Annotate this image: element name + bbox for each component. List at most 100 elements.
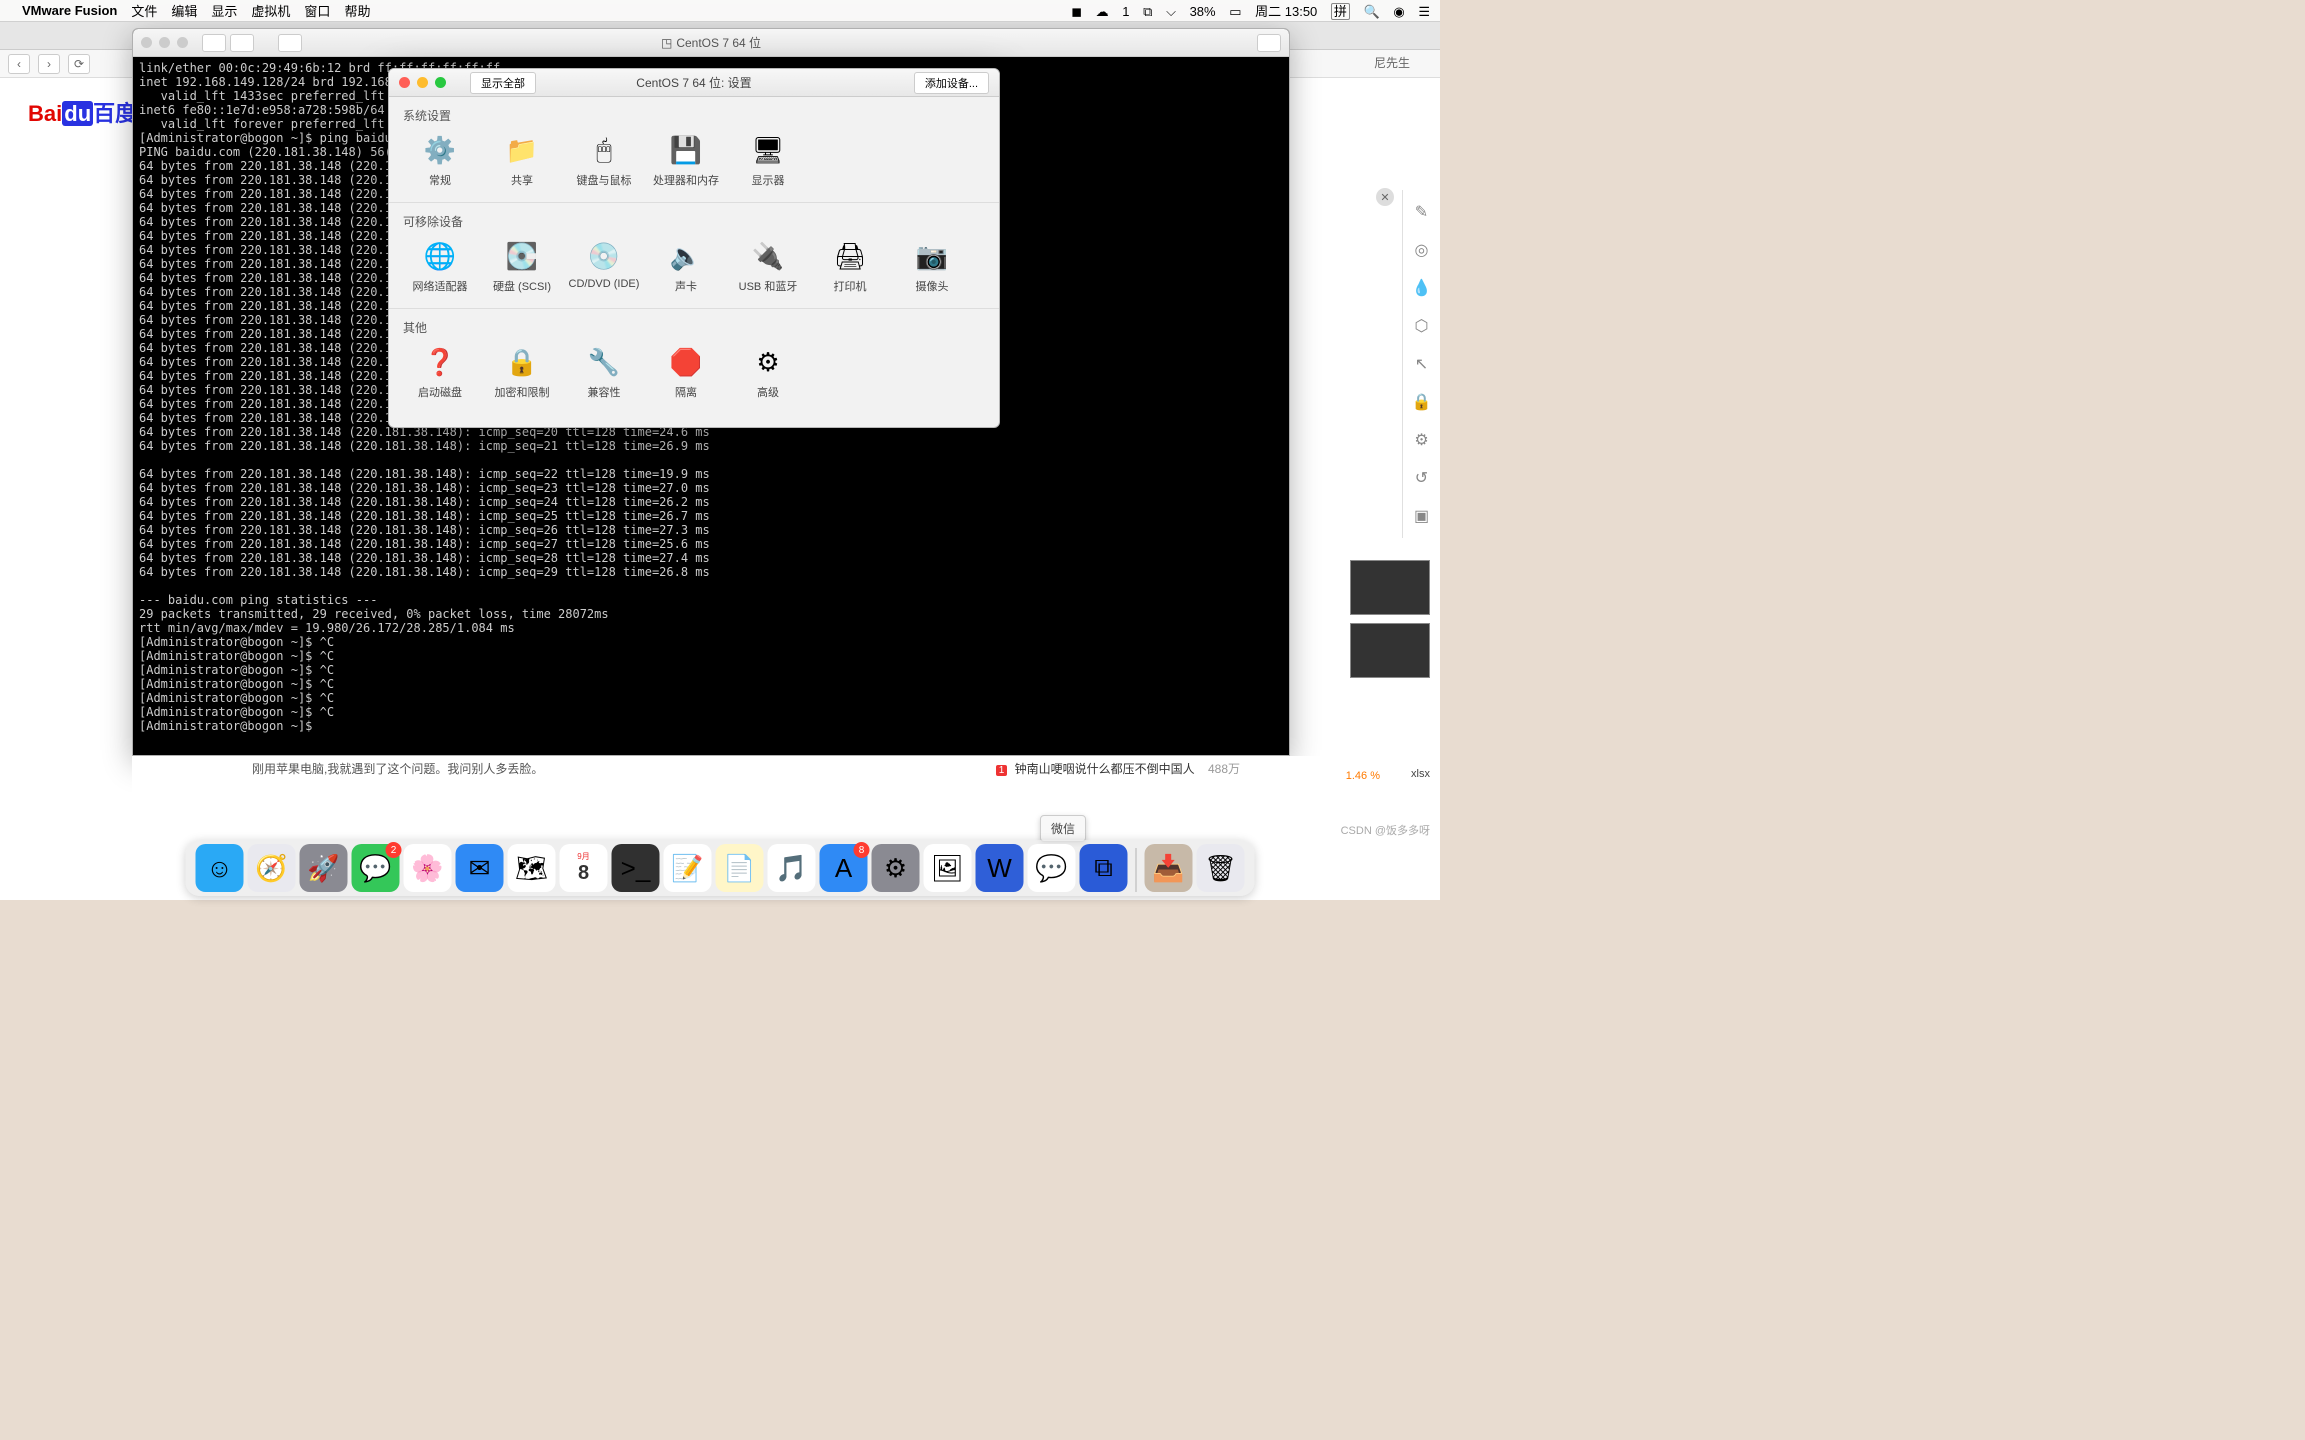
dock-wps[interactable]: W	[976, 844, 1024, 892]
settings-item-camera[interactable]: 📷摄像头	[891, 232, 973, 300]
drop-icon[interactable]: 💧	[1412, 278, 1432, 298]
forward-button[interactable]: ›	[38, 54, 60, 74]
settings-item-printer[interactable]: 🖨打印机	[809, 232, 891, 300]
add-device-button[interactable]: 添加设备...	[914, 72, 989, 94]
history-icon[interactable]: ↺	[1412, 468, 1432, 488]
dock-downloads[interactable]: 📥	[1145, 844, 1193, 892]
menu-vm[interactable]: 虚拟机	[251, 1, 290, 20]
clock[interactable]: 周二 13:50	[1255, 4, 1317, 19]
sliders-icon[interactable]: ⚙	[1412, 430, 1432, 450]
thumbnail[interactable]	[1350, 560, 1430, 615]
dock-safari[interactable]: 🧭	[248, 844, 296, 892]
vm-toolbar-btn-right[interactable]	[1257, 34, 1281, 52]
wifi-icon[interactable]: ⌵	[1166, 4, 1176, 19]
vm-toolbar-btn-3[interactable]	[278, 34, 302, 52]
hot-text: 钟南山哽咽说什么都压不倒中国人	[1015, 762, 1195, 776]
dock-reminders[interactable]: 📝	[664, 844, 712, 892]
input-method[interactable]: 拼	[1331, 3, 1350, 20]
dock-notes[interactable]: 📄	[716, 844, 764, 892]
dock-terminal[interactable]: >_	[612, 844, 660, 892]
baidu-logo[interactable]: Baidu百度	[28, 96, 137, 128]
notification-center-icon[interactable]: ☰	[1418, 4, 1430, 19]
spotlight-icon[interactable]: 🔍	[1364, 4, 1380, 19]
dock-maps[interactable]: 🗺	[508, 844, 556, 892]
dock-music[interactable]: 🎵	[768, 844, 816, 892]
vm-titlebar[interactable]: ◳CentOS 7 64 位	[133, 29, 1289, 57]
settings-item-label: 加密和限制	[495, 384, 550, 400]
settings-item-isolation[interactable]: 🛑隔离	[645, 338, 727, 406]
settings-item-network[interactable]: 🌐网络适配器	[399, 232, 481, 300]
settings-item-advanced[interactable]: ⚙高级	[727, 338, 809, 406]
dock-mail[interactable]: ✉	[456, 844, 504, 892]
dock-trash[interactable]: 🗑	[1197, 844, 1245, 892]
dock-photos[interactable]: 🌸	[404, 844, 452, 892]
settings-item-encrypt[interactable]: 🔒加密和限制	[481, 338, 563, 406]
settings-item-cddvd[interactable]: 💿CD/DVD (IDE)	[563, 232, 645, 300]
settings-item-label: 网络适配器	[413, 278, 468, 294]
general-icon: ⚙️	[422, 132, 458, 168]
dock-vmware[interactable]: ⧉	[1080, 844, 1128, 892]
settings-item-kbmouse[interactable]: 🖱键盘与鼠标	[563, 126, 645, 194]
target-icon[interactable]: ◎	[1412, 240, 1432, 260]
menu-help[interactable]: 帮助	[344, 1, 370, 20]
settings-item-hdd[interactable]: 💽硬盘 (SCSI)	[481, 232, 563, 300]
vm-traffic-lights[interactable]	[141, 37, 188, 48]
battery-icon[interactable]: ▭	[1229, 4, 1241, 19]
settings-traffic-lights[interactable]	[399, 77, 446, 88]
wechat-status-icon[interactable]: ☁	[1096, 4, 1109, 19]
share-icon: 📁	[504, 132, 540, 168]
settings-item-usbbt[interactable]: 🔌USB 和蓝牙	[727, 232, 809, 300]
menu-edit[interactable]: 编辑	[171, 1, 197, 20]
back-button[interactable]: ‹	[8, 54, 30, 74]
menu-file[interactable]: 文件	[131, 1, 157, 20]
side-toolbar: ✎ ◎ 💧 ⬡ ↖ 🔒 ⚙ ↺ ▣	[1402, 190, 1440, 538]
status-icon[interactable]: ◼	[1071, 4, 1082, 19]
hot-search-item[interactable]: 1 钟南山哽咽说什么都压不倒中国人 488万	[996, 760, 1240, 792]
settings-item-label: 键盘与鼠标	[577, 172, 632, 188]
settings-item-compat[interactable]: 🔧兼容性	[563, 338, 645, 406]
sync-icon[interactable]: ⧉	[1143, 4, 1152, 19]
close-icon[interactable]: ✕	[1376, 188, 1394, 206]
sound-icon: 🔈	[668, 238, 704, 274]
settings-item-cpu-mem[interactable]: 💾处理器和内存	[645, 126, 727, 194]
settings-item-display[interactable]: 🖥显示器	[727, 126, 809, 194]
dock-calendar[interactable]: 9月8	[560, 844, 608, 892]
dock-messages[interactable]: 💬2	[352, 844, 400, 892]
cursor-icon[interactable]: ↖	[1412, 354, 1432, 374]
refresh-button[interactable]: ⟳	[68, 54, 90, 74]
settings-titlebar[interactable]: 显示全部 CentOS 7 64 位: 设置 添加设备...	[389, 69, 999, 97]
page-bottom-strip: 刚用苹果电脑,我就遇到了这个问题。我问别人多丢脸。 1 钟南山哽咽说什么都压不倒…	[132, 756, 1360, 796]
settings-item-startup[interactable]: ❓启动磁盘	[399, 338, 481, 406]
cpu-mem-icon: 💾	[668, 132, 704, 168]
usbbt-icon: 🔌	[750, 238, 786, 274]
dock-settings[interactable]: ⚙	[872, 844, 920, 892]
dock-separator	[1136, 848, 1137, 892]
dock-badge: 8	[854, 842, 870, 858]
hex-icon[interactable]: ⬡	[1412, 316, 1432, 336]
lock-icon[interactable]: 🔒	[1412, 392, 1432, 412]
vm-toolbar-btn-1[interactable]	[202, 34, 226, 52]
siri-icon[interactable]: ◉	[1393, 4, 1404, 19]
pencil-icon[interactable]: ✎	[1412, 202, 1432, 222]
vm-toolbar-btn-2[interactable]	[230, 34, 254, 52]
settings-item-label: 声卡	[675, 278, 697, 294]
battery-pct[interactable]: 38%	[1190, 4, 1216, 19]
show-all-button[interactable]: 显示全部	[470, 72, 536, 94]
hot-rank: 1	[996, 765, 1008, 776]
notif-count[interactable]: 1	[1122, 4, 1129, 19]
dock-finder[interactable]: ☺	[196, 844, 244, 892]
settings-item-share[interactable]: 📁共享	[481, 126, 563, 194]
menu-window[interactable]: 窗口	[304, 1, 330, 20]
thumbnail[interactable]	[1350, 623, 1430, 678]
app-name[interactable]: VMware Fusion	[22, 3, 117, 18]
menu-view[interactable]: 显示	[211, 1, 237, 20]
dock-wechat[interactable]: 💬	[1028, 844, 1076, 892]
settings-item-general[interactable]: ⚙️ 常规	[399, 126, 481, 194]
image-icon[interactable]: ▣	[1412, 506, 1432, 526]
dock-appstore[interactable]: A8	[820, 844, 868, 892]
settings-item-label: 常规	[429, 172, 451, 188]
settings-item-label: 摄像头	[916, 278, 949, 294]
dock-preview[interactable]: 🖼	[924, 844, 972, 892]
settings-item-sound[interactable]: 🔈 声卡	[645, 232, 727, 300]
dock-launchpad[interactable]: 🚀	[300, 844, 348, 892]
